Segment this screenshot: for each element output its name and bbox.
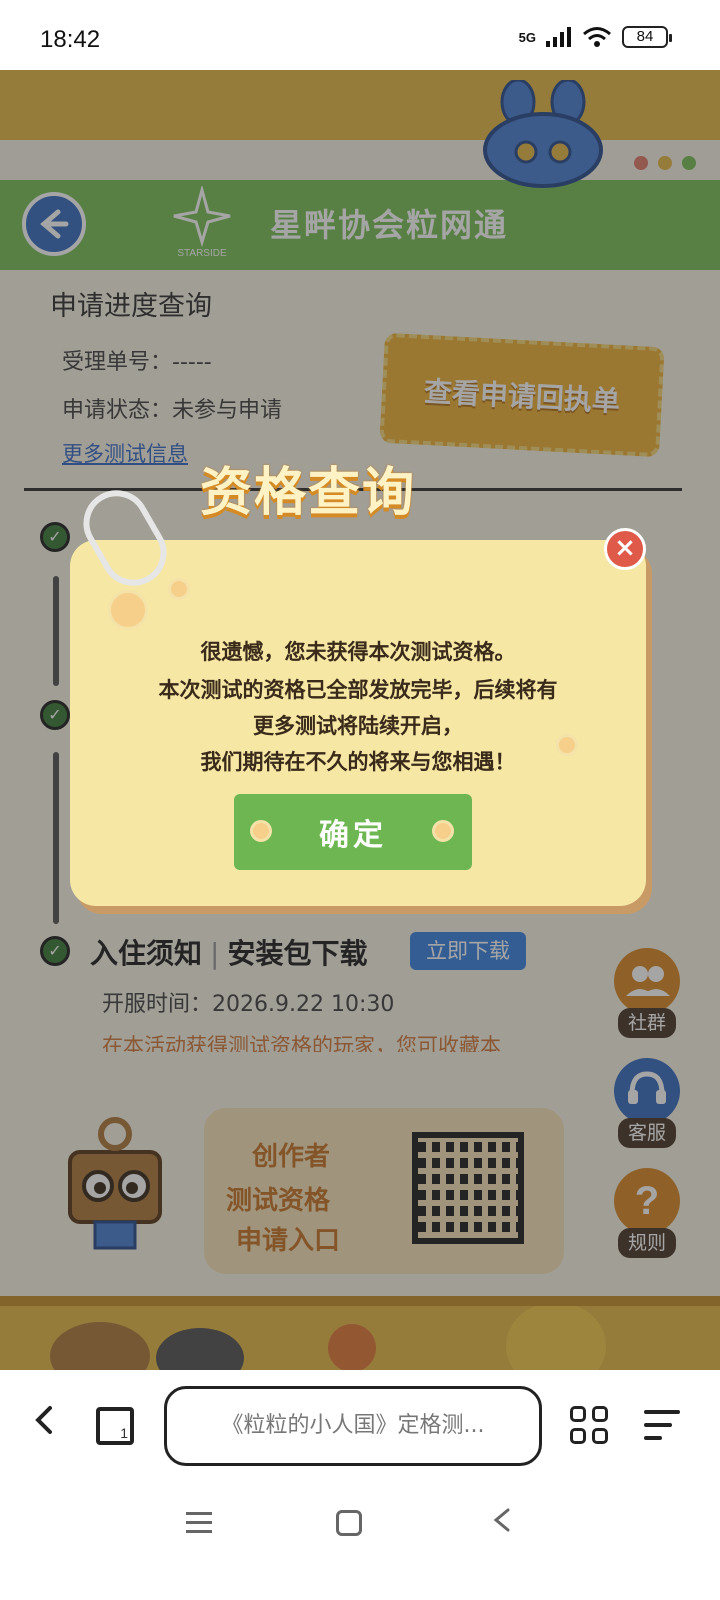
confirm-label: 确定 <box>319 818 387 853</box>
dialog-message-line4: 我们期待在不久的将来与您相遇！ <box>200 750 516 774</box>
grid-icon-cell <box>570 1428 586 1444</box>
system-navigation-bar <box>0 1482 720 1600</box>
dialog-message-line1: 很遗憾，您未获得本次测试资格。 <box>200 640 516 664</box>
network-type: 5G <box>518 29 536 45</box>
battery-icon: 84 <box>622 26 672 48</box>
tabs-icon: 1 <box>120 1425 128 1441</box>
dialog-message-line3: 更多测试将陆续开启， <box>253 714 463 738</box>
wifi-icon <box>583 27 611 47</box>
status-bar: 18:42 5G 84 <box>0 0 720 70</box>
status-icons: 5G 84 <box>518 26 672 48</box>
menu-lines-icon-line <box>186 1521 212 1524</box>
menu-icon-line <box>644 1436 662 1440</box>
flower-icon <box>250 820 272 842</box>
signal-icon <box>546 27 571 47</box>
grid-icon-cell <box>592 1428 608 1444</box>
flower-icon <box>432 820 454 842</box>
system-back-button[interactable] <box>490 1500 516 1549</box>
flower-decoration <box>108 590 148 630</box>
chevron-left-icon <box>35 1406 52 1434</box>
grid-icon <box>570 1406 586 1422</box>
recent-apps-button[interactable] <box>186 1512 212 1534</box>
browser-menu-button[interactable] <box>644 1410 680 1440</box>
menu-icon-line <box>644 1423 672 1427</box>
close-dialog-button[interactable]: × <box>604 528 646 570</box>
menu-lines-icon-line <box>186 1530 212 1533</box>
apps-grid-button[interactable] <box>570 1406 608 1444</box>
confirm-button[interactable]: 确定 <box>234 794 472 870</box>
back-chevron-icon <box>493 1508 510 1532</box>
url-bar[interactable]: 《粒粒的小人国》定格测... <box>164 1386 542 1466</box>
menu-lines-icon <box>186 1512 212 1515</box>
dialog-message-line2: 本次测试的资格已全部发放完毕，后续将有 <box>158 678 558 702</box>
dialog-title: 资格查询 <box>200 463 417 523</box>
tabs-button[interactable]: 1 <box>96 1407 134 1445</box>
status-time: 18:42 <box>40 26 101 53</box>
menu-icon <box>644 1410 680 1414</box>
browser-back-button[interactable] <box>30 1400 60 1450</box>
close-icon: × <box>614 533 636 563</box>
home-button[interactable] <box>336 1510 362 1536</box>
flower-decoration <box>168 578 190 600</box>
grid-icon-cell <box>592 1406 608 1422</box>
